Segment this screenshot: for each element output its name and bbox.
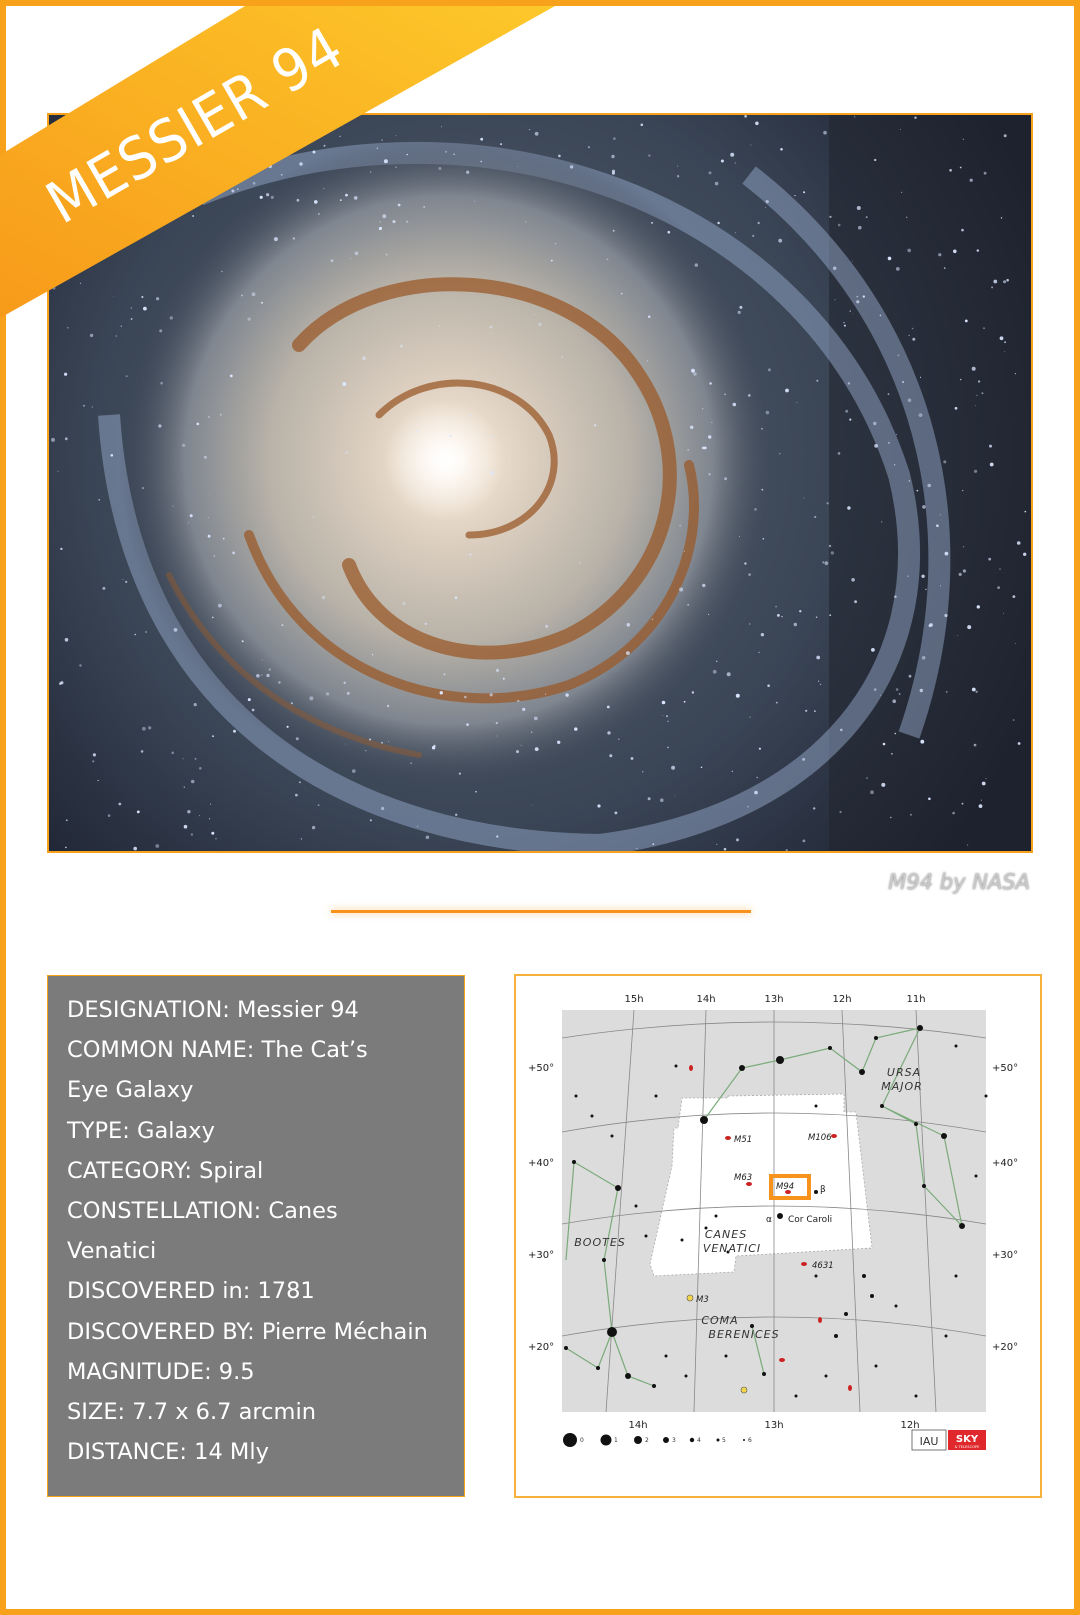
dec-label: +50° (992, 1063, 1018, 1074)
galaxy-m51-marker (725, 1136, 731, 1140)
constellation-label: BERENICES (708, 1328, 779, 1341)
info-row: DISTANCE: 14 Mly (67, 1439, 269, 1466)
magnitude-label: 3 (672, 1437, 676, 1444)
magnitude-label: 4 (697, 1437, 701, 1444)
section-divider (331, 910, 751, 913)
ra-label: 12h (900, 1420, 919, 1431)
ra-label: 11h (906, 994, 925, 1005)
photo-credit: M94 by NASA (888, 870, 1030, 894)
object-label: M3 (696, 1295, 709, 1305)
galaxy-m106-marker (831, 1134, 837, 1138)
object-label: M94 (776, 1182, 794, 1192)
info-row: CONSTELLATION: Canes (67, 1198, 338, 1225)
object-label: M63 (734, 1173, 752, 1183)
dec-label: +50° (528, 1063, 554, 1074)
info-row: DISCOVERED in: 1781 (67, 1278, 315, 1305)
object-label: M51 (734, 1135, 752, 1145)
dec-label: +30° (992, 1250, 1018, 1261)
magnitude-label: 0 (580, 1437, 584, 1444)
constellation-label: CANES (705, 1228, 747, 1241)
ra-label: 13h (764, 994, 783, 1005)
info-row: CATEGORY: Spiral (67, 1157, 264, 1184)
constellation-label: COMA (701, 1314, 738, 1327)
info-row: Eye Galaxy (67, 1077, 194, 1104)
dec-label: +20° (992, 1342, 1018, 1353)
title-banner: MESSIER 94 (0, 0, 570, 320)
sky-logo-text: SKY (956, 1434, 979, 1445)
magnitude-label: 5 (722, 1437, 726, 1444)
info-row: DISCOVERED BY: Pierre Méchain (67, 1318, 428, 1345)
info-row: SIZE: 7.7 x 6.7 arcmin (67, 1399, 316, 1426)
ra-label: 14h (696, 994, 715, 1005)
dec-label: +30° (528, 1250, 554, 1261)
star-label: Cor Caroli (788, 1215, 832, 1225)
star-label: β (820, 1185, 826, 1195)
ra-label: 14h (628, 1420, 647, 1431)
star-label: α (766, 1215, 772, 1225)
object-label: M106 (808, 1133, 832, 1143)
sky-logo-subtext: & TELESCOPE (955, 1445, 980, 1449)
info-row: COMMON NAME: The Cat’s (67, 1037, 368, 1064)
ra-label: 15h (624, 994, 643, 1005)
ra-label: 12h (832, 994, 851, 1005)
star-map: 15h 14h 13h 12h 11h 14h 13h 12h +50° +40… (514, 974, 1042, 1498)
dec-label: +20° (528, 1342, 554, 1353)
magnitude-label: 2 (645, 1437, 649, 1444)
dec-label: +40° (992, 1158, 1018, 1169)
ra-label: 13h (764, 1420, 783, 1431)
magnitude-label: 6 (748, 1437, 752, 1444)
constellation-label: URSA (887, 1066, 921, 1079)
object-label: 4631 (812, 1261, 834, 1271)
magnitude-legend (563, 1433, 745, 1447)
constellation-label: VENATICI (703, 1242, 761, 1255)
info-panel: DESIGNATION: Messier 94 COMMON NAME: The… (47, 975, 465, 1497)
magnitude-label: 1 (614, 1437, 618, 1444)
constellation-label: MAJOR (881, 1080, 923, 1093)
info-row: TYPE: Galaxy (67, 1117, 215, 1144)
dec-label: +40° (528, 1158, 554, 1169)
iau-logo-text: IAU (920, 1435, 939, 1448)
constellation-label: BOOTES (574, 1236, 626, 1249)
info-row: DESIGNATION: Messier 94 (67, 997, 359, 1023)
galaxy-ngc4631-marker (801, 1262, 807, 1266)
info-row: Venatici (67, 1238, 157, 1265)
info-row: MAGNITUDE: 9.5 (67, 1358, 255, 1385)
cluster-m3-marker (686, 1294, 694, 1302)
